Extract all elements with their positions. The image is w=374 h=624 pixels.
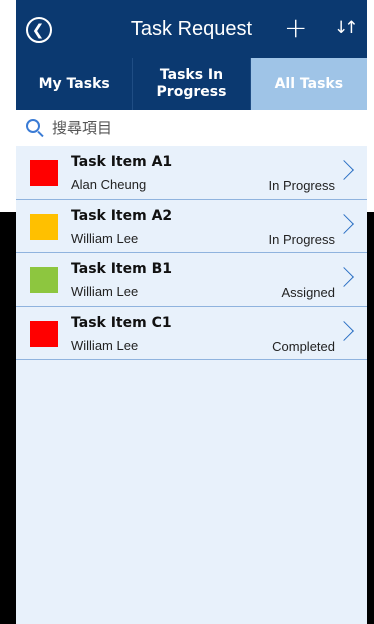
sort-arrows-icon[interactable]: ↓↑ <box>334 20 358 37</box>
plus-icon[interactable]: + <box>284 14 307 42</box>
search-input[interactable] <box>52 116 352 140</box>
task-status: Assigned <box>281 285 335 300</box>
task-list: Task Item A1 Alan Cheung In Progress Tas… <box>16 146 367 360</box>
task-title: Task Item A1 <box>71 154 173 170</box>
chevron-right-icon[interactable] <box>334 213 354 234</box>
task-title: Task Item A2 <box>71 207 173 224</box>
chevron-right-icon[interactable] <box>334 267 354 287</box>
tab-all-tasks[interactable]: All Tasks <box>250 58 367 110</box>
task-status: Completed <box>272 338 335 354</box>
search-icon <box>26 119 40 133</box>
priority-swatch <box>30 213 58 240</box>
task-status: In Progress <box>268 231 335 247</box>
page-title: Task Request <box>130 18 253 40</box>
task-status: In Progress <box>268 178 335 193</box>
task-assignee: William Lee <box>71 230 139 246</box>
priority-swatch <box>30 267 58 293</box>
task-assignee: William Lee <box>71 284 139 299</box>
task-title: Task Item C1 <box>71 314 172 331</box>
priority-swatch <box>30 320 58 347</box>
search-bar <box>16 110 367 146</box>
app-header: ❮ Task Request + ↓↑ <box>16 0 367 58</box>
task-assignee: William Lee <box>71 337 139 353</box>
chevron-right-icon[interactable] <box>334 320 354 341</box>
tab-my-tasks[interactable]: My Tasks <box>16 58 134 110</box>
list-item[interactable]: Task Item C1 William Lee Completed <box>16 306 367 360</box>
task-title: Task Item B1 <box>71 261 172 277</box>
list-item[interactable]: Task Item A1 Alan Cheung In Progress <box>16 146 367 200</box>
tab-bar: My Tasks Tasks In Progress All Tasks <box>16 58 367 110</box>
priority-swatch <box>30 160 58 186</box>
list-item[interactable]: Task Item B1 William Lee Assigned <box>16 253 367 307</box>
task-request-app: ❮ Task Request + ↓↑ My Tasks Tasks In Pr… <box>16 0 367 624</box>
list-item[interactable]: Task Item A2 William Lee In Progress <box>16 199 367 253</box>
chevron-right-icon[interactable] <box>334 160 354 180</box>
tab-tasks-in-progress[interactable]: Tasks In Progress <box>133 58 251 110</box>
task-assignee: Alan Cheung <box>71 177 147 192</box>
